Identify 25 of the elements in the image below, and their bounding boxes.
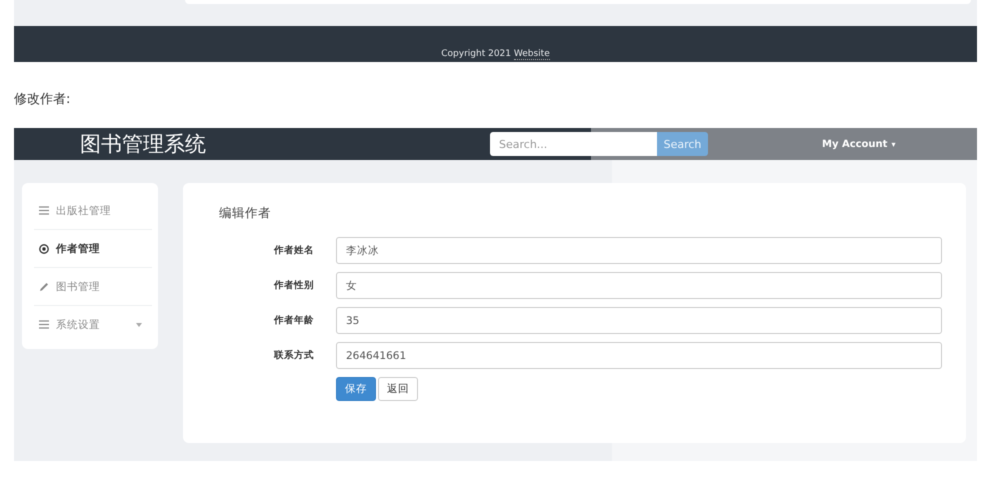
search-field[interactable]: Search... xyxy=(490,132,657,156)
field-label: 作者年龄 xyxy=(272,314,314,327)
brand-title: 图书管理系统 xyxy=(80,131,207,158)
field-label: 作者性别 xyxy=(272,279,314,292)
account-menu[interactable]: My Account ▾ xyxy=(822,138,896,150)
sidebar-item[interactable]: 系统设置 xyxy=(34,306,152,343)
caption-text: 修改作者: xyxy=(14,91,72,109)
input-field[interactable]: 264641661 xyxy=(336,342,942,369)
form-title: 编辑作者 xyxy=(219,205,272,222)
copyright-text: Copyright 2021 Website xyxy=(441,49,550,59)
sidebar-item[interactable]: 图书管理 xyxy=(34,268,152,306)
input-field[interactable]: 女 xyxy=(336,272,942,299)
input-field[interactable]: 35 xyxy=(336,307,942,334)
sidebar-item[interactable]: 作者管理 xyxy=(34,230,152,268)
circle-dot-icon xyxy=(39,244,49,254)
sidebar-item[interactable]: 出版社管理 xyxy=(34,192,152,230)
field-label: 作者姓名 xyxy=(272,244,314,257)
website-link[interactable]: Website xyxy=(514,49,550,60)
list-icon xyxy=(39,206,49,215)
save-button[interactable]: 保存 xyxy=(336,377,376,401)
pencil-icon xyxy=(39,282,49,292)
back-button[interactable]: 返回 xyxy=(378,377,418,401)
input-field[interactable]: 李冰冰 xyxy=(336,237,942,264)
field-label: 联系方式 xyxy=(272,349,314,362)
list-icon xyxy=(39,320,49,329)
